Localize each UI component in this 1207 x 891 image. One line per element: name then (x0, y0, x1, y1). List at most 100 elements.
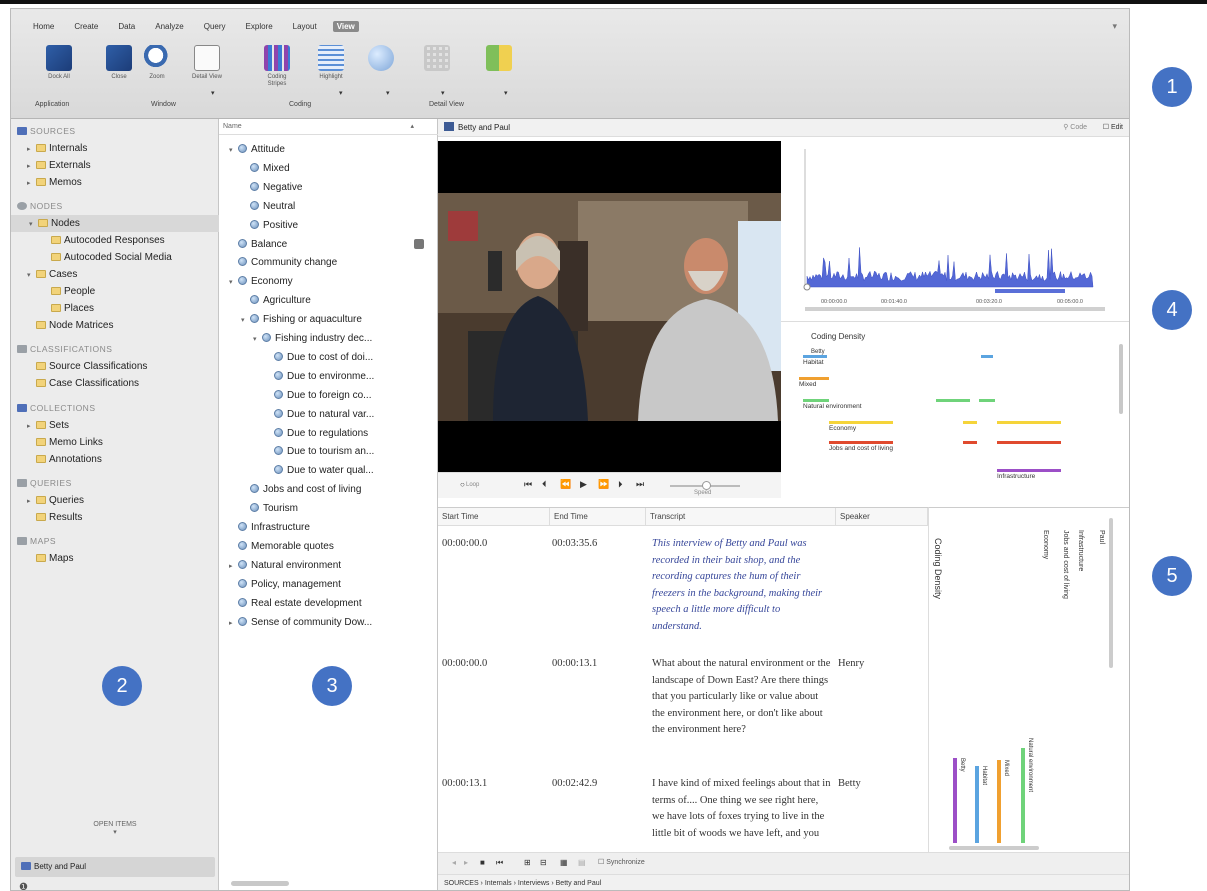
chevron-right-icon[interactable]: ▸ (229, 615, 238, 633)
stripe-bar[interactable] (803, 355, 827, 358)
node-row[interactable]: Mixed (241, 160, 290, 178)
nav-memo-links[interactable]: Memo Links (36, 434, 103, 451)
menu-explore[interactable]: Explore (242, 21, 277, 32)
stripe-segment[interactable] (997, 441, 1061, 444)
nav-people[interactable]: People (51, 283, 95, 300)
nav-autocoded-social-media[interactable]: Autocoded Social Media (51, 249, 172, 266)
chevron-down-icon[interactable]: ▾ (253, 331, 262, 349)
column-header-transcript[interactable]: Transcript (646, 508, 836, 526)
stripe-bar[interactable] (829, 441, 893, 444)
timeline-scrollbar[interactable] (805, 307, 1105, 311)
menu-layout[interactable]: Layout (289, 21, 321, 32)
node-row[interactable]: Neutral (241, 198, 295, 216)
node-row[interactable]: Tourism (241, 500, 298, 518)
table-icon[interactable]: ▦ (560, 858, 568, 867)
stripe-bar[interactable] (799, 377, 829, 380)
stripe-segment[interactable] (981, 355, 993, 358)
code-button[interactable]: ⚲ Code (1063, 119, 1087, 137)
fast-forward-icon[interactable]: ⏩ (598, 479, 609, 490)
chevron-down-icon[interactable]: ▾ (386, 89, 390, 97)
column-header-start-time[interactable]: Start Time (438, 508, 550, 526)
node-row[interactable]: Infrastructure (229, 519, 310, 537)
node-row[interactable]: Due to cost of doi... (265, 349, 373, 367)
stripe-habitat[interactable] (975, 766, 979, 843)
stripe-segment[interactable] (963, 441, 977, 444)
grid-icon[interactable]: ▤ (578, 858, 586, 867)
chevron-down-icon[interactable]: ▾ (29, 216, 38, 233)
stripe-betty[interactable] (953, 758, 957, 843)
audio-waveform[interactable]: 00:00:00.0 00:01:40.0 00:03:20.0 00:05:0… (781, 141, 1129, 321)
vertical-scrollbar[interactable] (1109, 518, 1113, 668)
skip-to-end-icon[interactable]: ⏭ (636, 479, 644, 490)
chevron-down-icon[interactable]: ▾ (441, 89, 445, 97)
node-row[interactable]: Community change (229, 254, 337, 272)
stripe-segment[interactable] (997, 421, 1061, 424)
stripe-bar[interactable] (997, 469, 1061, 472)
breadcrumb[interactable]: SOURCES › Internals › Interviews › Betty… (438, 874, 1129, 890)
node-row[interactable]: Real estate development (229, 595, 362, 613)
node-row[interactable]: Policy, management (229, 576, 341, 594)
menu-query[interactable]: Query (200, 21, 230, 32)
nav-nodes[interactable]: ▾ Nodes (11, 215, 219, 232)
zoom-button[interactable]: Zoom (139, 45, 175, 81)
chevron-down-icon[interactable]: ▾ (241, 312, 250, 330)
stop-icon[interactable]: ■ (480, 858, 485, 867)
node-row[interactable]: Due to regulations (265, 425, 368, 443)
sort-icon[interactable]: ▴ (410, 119, 414, 135)
info-icon[interactable]: ❶ (19, 882, 28, 890)
step-forward-icon[interactable]: ⏵ (618, 479, 623, 490)
synchronize-toggle[interactable]: ☐ Synchronize (598, 858, 645, 866)
node-row[interactable]: Due to environme... (265, 368, 374, 386)
edit-toggle[interactable]: ☐ Edit (1103, 119, 1123, 137)
chevron-right-icon[interactable]: ▸ (27, 175, 36, 192)
sources-section[interactable]: SOURCES (17, 123, 76, 140)
nav-externals[interactable]: ▸ Externals (27, 157, 91, 174)
maps-section[interactable]: MAPS (17, 533, 56, 550)
chevron-right-icon[interactable]: ▸ (229, 558, 238, 576)
nav-cases[interactable]: ▾ Cases (27, 266, 77, 283)
stripe-natural-environment[interactable] (1021, 748, 1025, 843)
nav-case-classifications[interactable]: Case Classifications (36, 375, 139, 392)
node-row[interactable]: ▾ Economy (229, 273, 293, 291)
node-row[interactable]: ▾ Attitude (229, 141, 285, 159)
node-row[interactable]: Due to natural var... (265, 406, 374, 424)
highlight-button[interactable]: Highlight (313, 45, 349, 81)
arrow-right-icon[interactable]: ▸ (464, 858, 468, 867)
node-row[interactable]: ▸ Sense of community Dow... (229, 614, 372, 632)
node-row[interactable]: ▾ Fishing or aquaculture (241, 311, 362, 329)
classifications-section[interactable]: CLASSIFICATIONS (17, 341, 112, 358)
rewind-icon[interactable]: ⏪ (560, 479, 571, 490)
color-grid-button[interactable] (481, 45, 517, 71)
node-row[interactable]: Balance (229, 236, 287, 254)
chevron-right-icon[interactable]: ▸ (27, 418, 36, 435)
horizontal-scrollbar[interactable] (949, 846, 1039, 850)
node-row[interactable]: Agriculture (241, 292, 311, 310)
menu-home[interactable]: Home (29, 21, 58, 32)
playhead-knob[interactable] (803, 283, 811, 291)
node-row[interactable]: Positive (241, 217, 298, 235)
stripe-segment[interactable] (936, 399, 970, 402)
nodes-section[interactable]: NODES (17, 198, 63, 215)
previous-icon[interactable]: ⏮ (496, 858, 503, 868)
dock-all-button[interactable]: Dock All (41, 45, 77, 81)
chevron-down-icon[interactable]: ▾ (229, 142, 238, 160)
menu-view[interactable]: View (332, 21, 359, 32)
chevron-right-icon[interactable]: ▸ (27, 493, 36, 510)
play-icon[interactable]: ▶ (580, 479, 587, 490)
chevron-right-icon[interactable]: ▸ (27, 141, 36, 158)
menu-create[interactable]: Create (70, 21, 102, 32)
arrow-left-icon[interactable]: ◂ (452, 858, 456, 867)
detail-view-button[interactable]: Detail View (189, 45, 225, 81)
skip-to-start-icon[interactable]: ⏮ (524, 479, 532, 490)
column-header-speaker[interactable]: Speaker (836, 508, 928, 526)
video-player[interactable] (438, 141, 781, 472)
stripe-segment[interactable] (963, 421, 977, 424)
nav-maps[interactable]: Maps (36, 550, 73, 567)
column-header-end-time[interactable]: End Time (550, 508, 646, 526)
node-row[interactable]: Memorable quotes (229, 538, 334, 556)
chevron-down-icon[interactable]: ▾ (229, 274, 238, 292)
stripe-bar[interactable] (803, 399, 829, 402)
chevron-right-icon[interactable]: ▸ (27, 158, 36, 175)
collections-section[interactable]: COLLECTIONS (17, 400, 96, 417)
open-items-header[interactable]: OPEN ITEMS ▾ (11, 821, 219, 836)
